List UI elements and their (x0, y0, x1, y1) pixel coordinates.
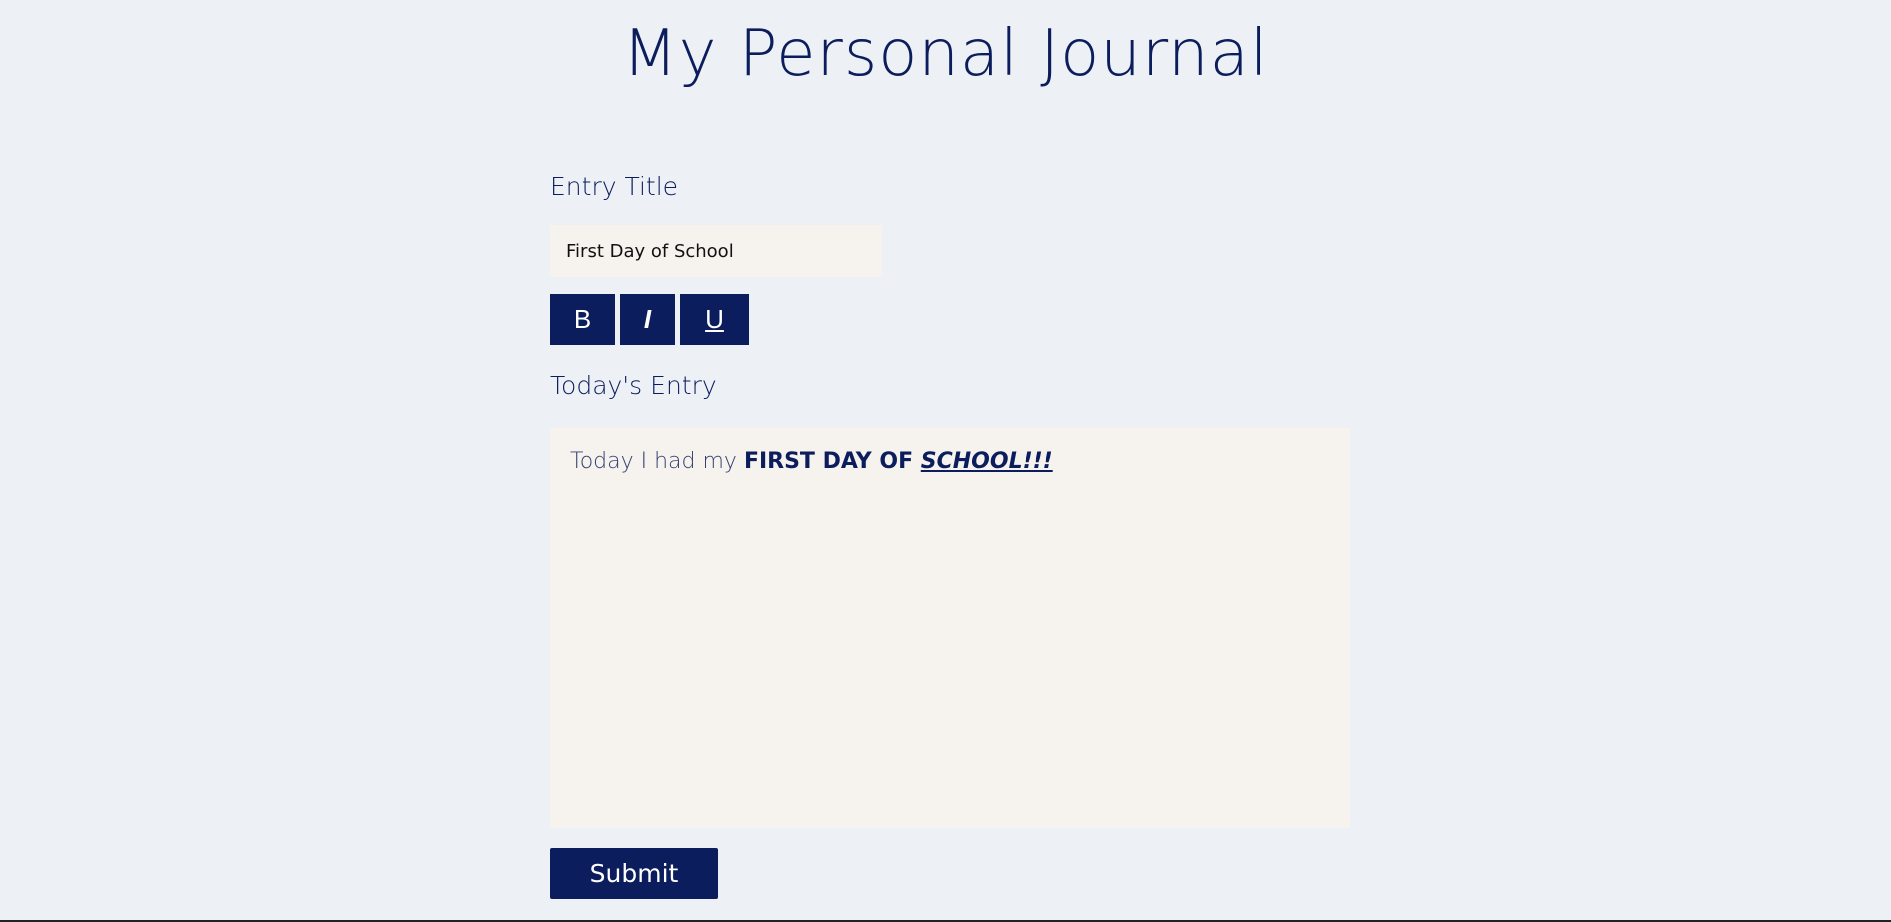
entry-editor[interactable]: Today I had my FIRST DAY OF SCHOOL!!! (550, 428, 1350, 828)
entry-label: Today's Entry (550, 371, 717, 400)
entry-text-bold-italic-underline: SCHOOL!!! (920, 449, 1053, 474)
entry-title-input[interactable] (550, 225, 882, 277)
entry-title-label: Entry Title (550, 172, 679, 201)
entry-text-plain: Today I had my (570, 449, 744, 474)
entry-text-bold: FIRST DAY OF (743, 449, 921, 474)
bold-button[interactable]: B (550, 294, 615, 345)
journal-form: Entry Title B I U Today's Entry Today I … (550, 0, 1350, 922)
underline-button[interactable]: U (680, 294, 749, 345)
format-toolbar: B I U (550, 294, 749, 345)
submit-button[interactable]: Submit (550, 848, 718, 899)
italic-button[interactable]: I (620, 294, 675, 345)
